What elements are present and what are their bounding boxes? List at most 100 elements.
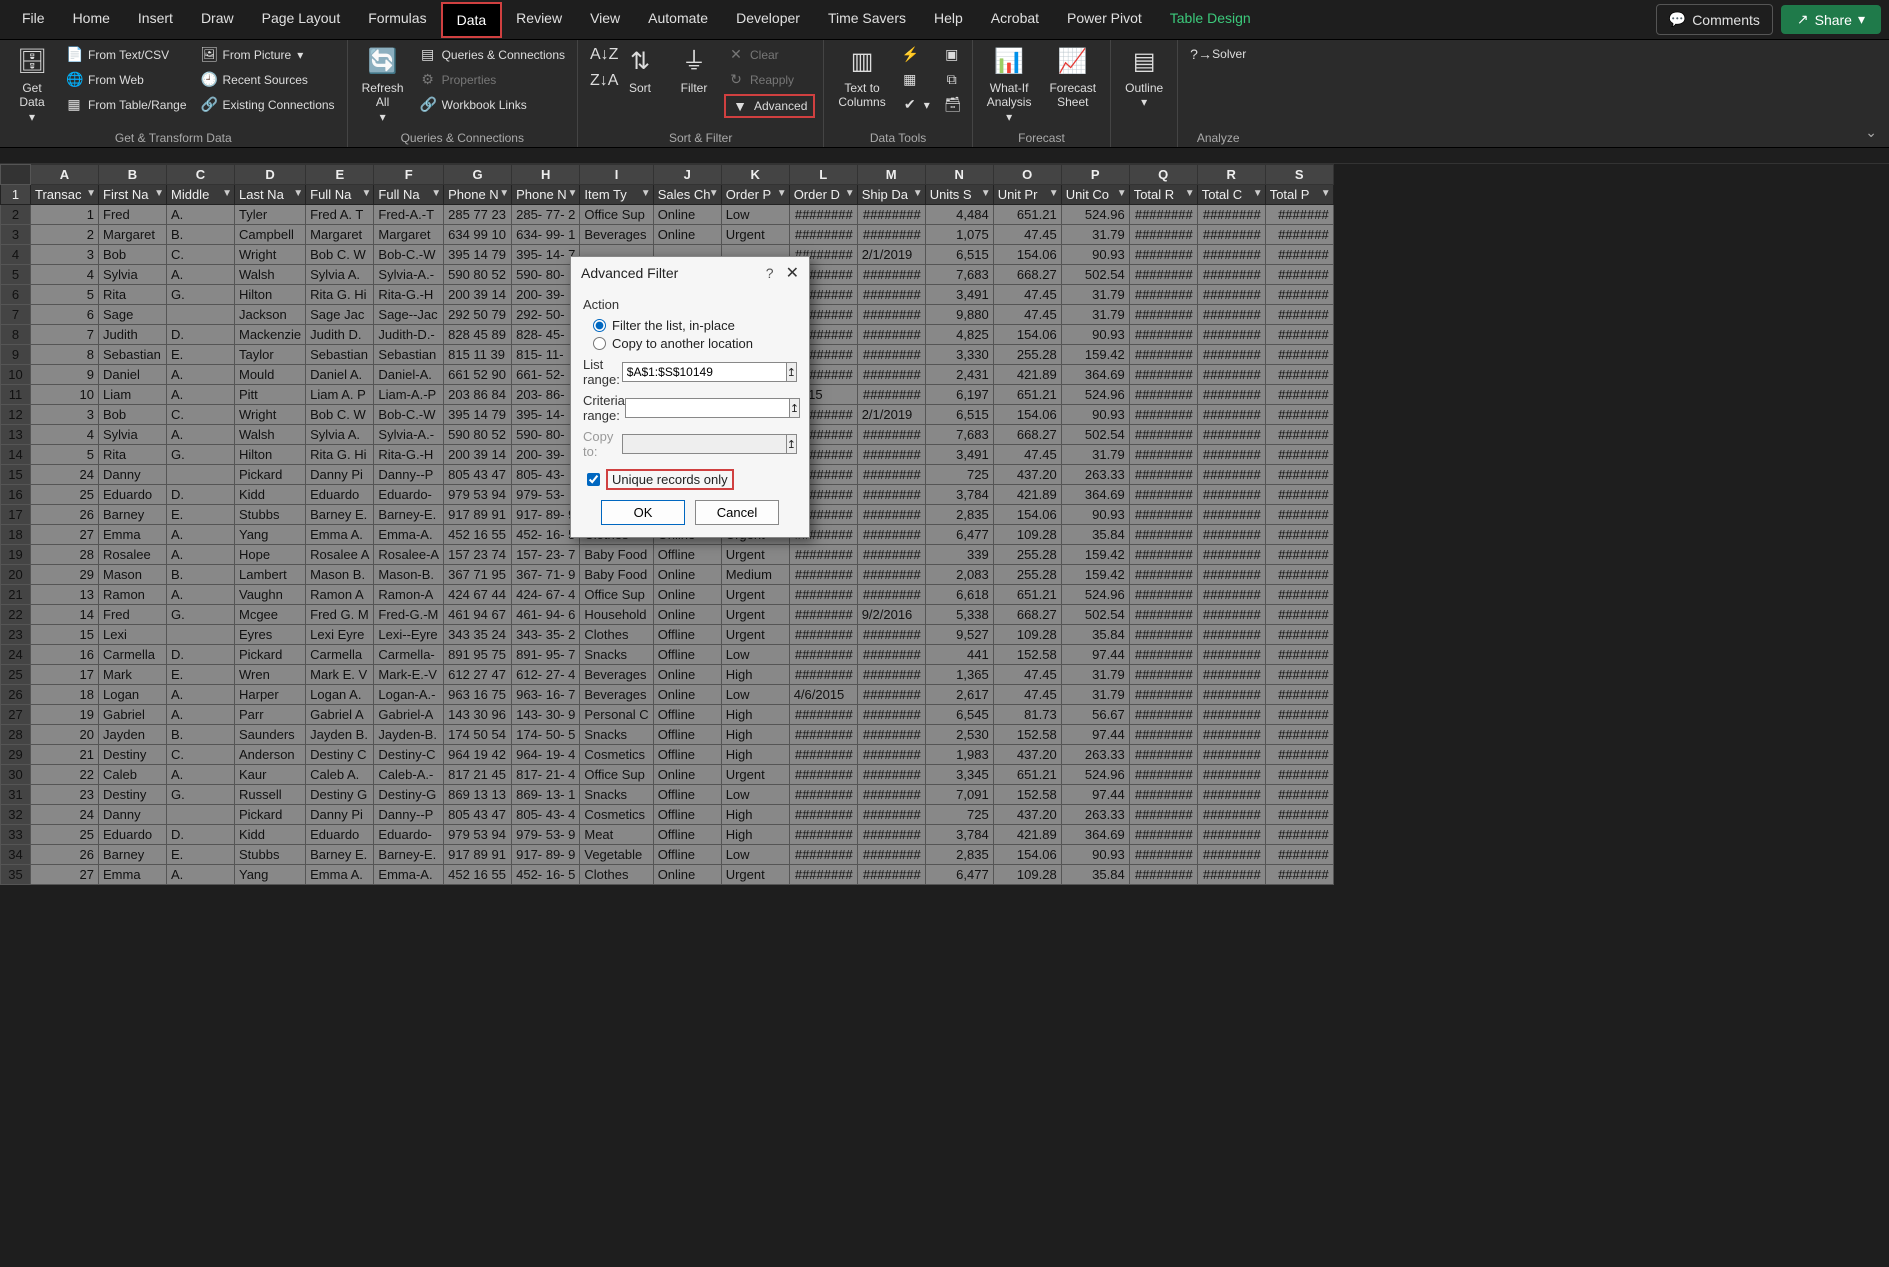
cell[interactable]: Yang	[235, 865, 306, 885]
cell[interactable]: 1,365	[925, 665, 993, 685]
cell[interactable]: 22	[31, 765, 99, 785]
cell[interactable]: 7	[31, 325, 99, 345]
cell[interactable]: Offline	[653, 725, 721, 745]
menu-item-draw[interactable]: Draw	[187, 2, 248, 38]
cell[interactable]: ########	[1197, 645, 1265, 665]
cell[interactable]: Beverages	[580, 665, 653, 685]
cell[interactable]: ########	[1129, 245, 1197, 265]
cell[interactable]: ########	[857, 785, 925, 805]
cell[interactable]: ########	[1129, 625, 1197, 645]
cell[interactable]: Fred	[99, 605, 167, 625]
cell[interactable]: 6,515	[925, 245, 993, 265]
cell[interactable]: 200 39 14	[444, 445, 512, 465]
cell[interactable]: #######	[1265, 845, 1333, 865]
column-header[interactable]: F	[374, 165, 444, 185]
cell[interactable]: ########	[789, 865, 857, 885]
cell[interactable]: High	[721, 805, 789, 825]
cell[interactable]: 452 16 55	[444, 865, 512, 885]
filter-dropdown-icon[interactable]: ▼	[845, 188, 855, 199]
filter-dropdown-icon[interactable]: ▼	[1117, 188, 1127, 199]
cell[interactable]: ########	[1129, 865, 1197, 885]
column-header[interactable]: Q	[1129, 165, 1197, 185]
row-header[interactable]: 23	[1, 625, 31, 645]
cell[interactable]: 9,527	[925, 625, 993, 645]
cell[interactable]: 31.79	[1061, 285, 1129, 305]
cell[interactable]: ########	[789, 665, 857, 685]
cell[interactable]: 6,477	[925, 865, 993, 885]
cell[interactable]: Danny	[99, 465, 167, 485]
cell[interactable]: ########	[789, 605, 857, 625]
cell[interactable]: Lexi--Eyre	[374, 625, 444, 645]
cell[interactable]: Sebastian	[99, 345, 167, 365]
cell[interactable]: Barney-E.	[374, 505, 444, 525]
cell[interactable]: 461 94 67	[444, 605, 512, 625]
cell[interactable]: E.	[167, 345, 235, 365]
cell[interactable]: 805 43 47	[444, 465, 512, 485]
cell[interactable]: #######	[1265, 285, 1333, 305]
cell[interactable]	[167, 465, 235, 485]
cell[interactable]: Mcgee	[235, 605, 306, 625]
cell[interactable]: 18	[31, 685, 99, 705]
cell[interactable]: Bob	[99, 405, 167, 425]
cell[interactable]: ########	[1129, 285, 1197, 305]
cell[interactable]: Fred A. T	[306, 205, 374, 225]
cell[interactable]: A.	[167, 525, 235, 545]
menu-item-power-pivot[interactable]: Power Pivot	[1053, 2, 1156, 38]
cell[interactable]: ########	[1197, 425, 1265, 445]
cell[interactable]: ########	[857, 765, 925, 785]
cell[interactable]: #######	[1265, 865, 1333, 885]
cell[interactable]: Judith D.	[306, 325, 374, 345]
cell[interactable]: 31.79	[1061, 225, 1129, 245]
cell[interactable]: Mason	[99, 565, 167, 585]
cell[interactable]: 917 89 91	[444, 505, 512, 525]
cell[interactable]: Rita-G.-H	[374, 445, 444, 465]
cell[interactable]: 964- 19- 4	[512, 745, 580, 765]
cell[interactable]: 437.20	[993, 805, 1061, 825]
cell[interactable]: C.	[167, 745, 235, 765]
row-header[interactable]: 12	[1, 405, 31, 425]
cell[interactable]: ########	[789, 825, 857, 845]
cell[interactable]: 2,617	[925, 685, 993, 705]
field-header-cell[interactable]: Phone N▼	[444, 185, 512, 205]
cell[interactable]: 441	[925, 645, 993, 665]
cell[interactable]: Daniel-A.	[374, 365, 444, 385]
cell[interactable]: Barney	[99, 845, 167, 865]
cell[interactable]: 9/2/2016	[857, 605, 925, 625]
range-picker-button[interactable]: ↥	[787, 362, 797, 382]
cell[interactable]: ########	[857, 565, 925, 585]
cell[interactable]: Destiny	[99, 745, 167, 765]
from-picture-button[interactable]: 🖼From Picture ▾	[197, 44, 339, 65]
menu-item-table-design[interactable]: Table Design	[1156, 2, 1265, 38]
cell[interactable]: 5	[31, 285, 99, 305]
cell[interactable]: Eyres	[235, 625, 306, 645]
cell[interactable]	[167, 805, 235, 825]
cell[interactable]: #######	[1265, 565, 1333, 585]
cell[interactable]: Emma	[99, 865, 167, 885]
column-header[interactable]: S	[1265, 165, 1333, 185]
cell[interactable]: ########	[789, 725, 857, 745]
cell[interactable]: 174 50 54	[444, 725, 512, 745]
from-text-csv-button[interactable]: 📄From Text/CSV	[62, 44, 191, 65]
cell[interactable]: 364.69	[1061, 485, 1129, 505]
filter-dropdown-icon[interactable]: ▼	[709, 188, 719, 199]
menu-item-formulas[interactable]: Formulas	[354, 2, 440, 38]
cell[interactable]: 1	[31, 205, 99, 225]
cell[interactable]: Margaret	[99, 225, 167, 245]
cell[interactable]: Office Sup	[580, 765, 653, 785]
cell[interactable]: ########	[857, 725, 925, 745]
cell[interactable]: 109.28	[993, 865, 1061, 885]
cell[interactable]: ########	[1129, 745, 1197, 765]
cell[interactable]: Fred	[99, 205, 167, 225]
cell[interactable]: Eduardo-	[374, 825, 444, 845]
cell[interactable]: Rosalee A	[306, 545, 374, 565]
cell[interactable]: ########	[1197, 225, 1265, 245]
field-header-cell[interactable]: Unit Pr▼	[993, 185, 1061, 205]
cell[interactable]: 364.69	[1061, 365, 1129, 385]
cell[interactable]: ########	[1129, 225, 1197, 245]
cell[interactable]: Liam	[99, 385, 167, 405]
cell[interactable]: Danny	[99, 805, 167, 825]
cell[interactable]: ########	[789, 785, 857, 805]
cell[interactable]: A.	[167, 425, 235, 445]
cell[interactable]	[167, 305, 235, 325]
cell[interactable]: ########	[789, 585, 857, 605]
